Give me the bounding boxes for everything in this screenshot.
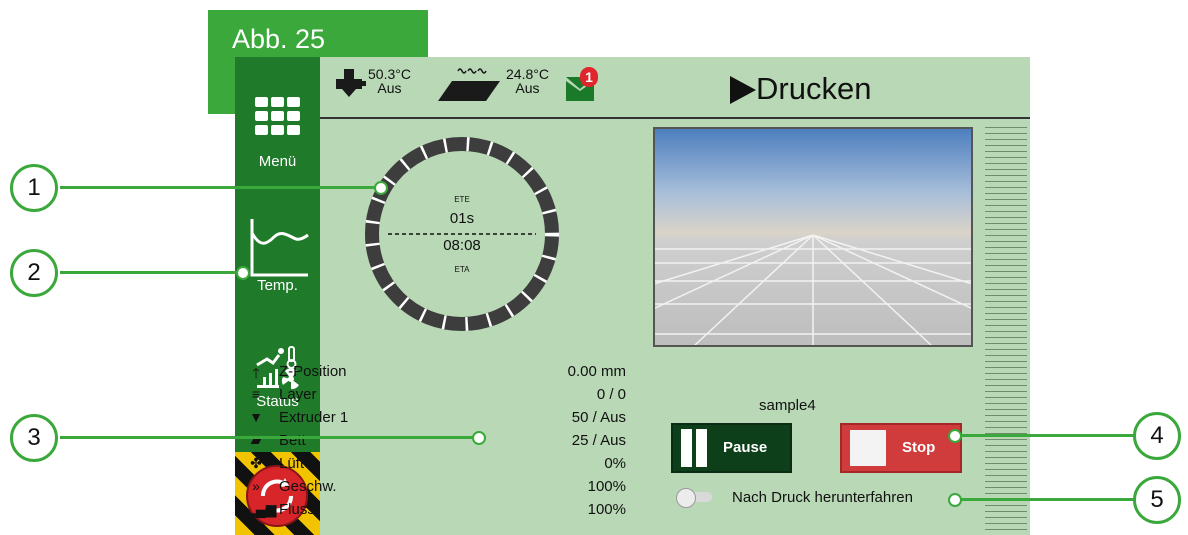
stat-value: 100% [587, 501, 626, 518]
stat-label: Bett [279, 432, 306, 449]
temperature-graph-icon [250, 219, 309, 277]
speed-icon: » [252, 478, 260, 494]
figure-label: Abb. 25 [232, 24, 326, 54]
callout-dot-5 [948, 493, 962, 507]
sidebar-item-menu[interactable]: Menü [235, 97, 320, 179]
stat-value: 0.00 mm [567, 363, 626, 380]
extruder-temp-value: 50.3°C [368, 66, 411, 82]
stop-button[interactable]: Stop [840, 423, 962, 473]
stat-value: 25 / Aus [571, 432, 626, 449]
stat-label: Lüfter [279, 455, 318, 472]
stat-label: Fluss [279, 501, 315, 518]
callout-line-1 [60, 186, 380, 189]
callout-3: 3 [10, 414, 58, 462]
pause-icon [681, 429, 692, 467]
grid-menu-icon [254, 97, 300, 135]
extruder-temp: 50.3°C Aus [368, 67, 411, 95]
extruder-icon [336, 69, 366, 97]
stat-row: ≡ Layer 0 / 0 [245, 386, 635, 408]
bed-icon [438, 68, 500, 101]
messages-button[interactable]: 1 [564, 67, 604, 103]
bed-temp-value: 24.8°C [506, 66, 549, 82]
stat-label: Layer [279, 386, 317, 403]
stat-label: Geschw. [279, 478, 337, 495]
page-title: Drucken [756, 71, 872, 106]
fan-icon: ✤ [250, 455, 262, 471]
stat-row: » Geschw. 100% [245, 478, 635, 500]
callout-line-5 [952, 498, 1138, 501]
layers-icon: ≡ [251, 386, 261, 402]
callout-1: 1 [10, 164, 58, 212]
shutdown-toggle[interactable] [676, 488, 716, 508]
message-badge: 1 [580, 67, 598, 87]
eta-label: ETA [454, 265, 470, 274]
job-name: sample4 [759, 397, 816, 414]
callout-line-4 [952, 434, 1138, 437]
stat-value: 0 / 0 [596, 386, 626, 403]
callout-dot-4 [948, 429, 962, 443]
pause-label: Pause [723, 439, 768, 456]
stat-value: 50 / Aus [571, 409, 626, 426]
sidebar-temp-label: Temp. [257, 277, 298, 294]
stat-value: 100% [587, 478, 626, 495]
stat-row: ✤ Lüfter 0% [245, 455, 635, 477]
arrow-up-icon: 🡑 [252, 365, 260, 381]
stop-icon [850, 430, 886, 466]
pause-button[interactable]: Pause [671, 423, 792, 473]
progress-gauge [365, 137, 559, 331]
stat-row: ▼ Extruder 1 50 / Aus [245, 409, 635, 431]
callout-4: 4 [1133, 412, 1181, 460]
callout-5: 5 [1133, 476, 1181, 524]
stat-row: ▂▄▆ Fluss 100% [245, 501, 635, 523]
ete-value: 01s [449, 210, 475, 227]
pause-icon-bar [696, 429, 707, 467]
flow-icon: ▂▄▆ [245, 501, 277, 517]
callout-dot-3 [472, 431, 486, 445]
bed-temp: 24.8°C Aus [506, 67, 549, 95]
toggle-knob [676, 488, 696, 508]
play-icon [730, 76, 756, 104]
sidebar-menu-label: Menü [258, 153, 297, 170]
stop-label: Stop [902, 439, 936, 456]
print-preview[interactable] [653, 127, 973, 347]
scroll-ruler[interactable] [985, 127, 1027, 535]
callout-dot-1 [374, 181, 388, 195]
extruder-temp-state: Aus [377, 80, 402, 96]
ete-label: ETE [454, 195, 470, 204]
stat-row: 🡑 Z-Position 0.00 mm [245, 363, 635, 385]
stat-value: 0% [604, 455, 626, 472]
stat-label: Z-Position [279, 363, 347, 380]
callout-line-2 [60, 271, 242, 274]
extruder-icon: ▼ [249, 409, 263, 425]
callout-2: 2 [10, 249, 58, 297]
eta-value: 08:08 [443, 237, 481, 254]
callout-dot-2 [236, 266, 250, 280]
bed-icon: ▰ [250, 432, 262, 448]
stat-label: Extruder 1 [279, 409, 349, 426]
callout-line-3 [60, 436, 480, 439]
sidebar-item-temp[interactable]: Temp. [235, 217, 320, 297]
bed-temp-state: Aus [515, 80, 540, 96]
shutdown-label: Nach Druck herunterfahren [732, 489, 913, 506]
top-status-bar: 50.3°C Aus 24.8°C Aus 1 Drucken [320, 57, 1030, 119]
build-plate-grid [655, 234, 971, 345]
printer-screen: Menü Temp. Status 50.3°C Aus 24.8°C Aus … [235, 57, 1030, 535]
